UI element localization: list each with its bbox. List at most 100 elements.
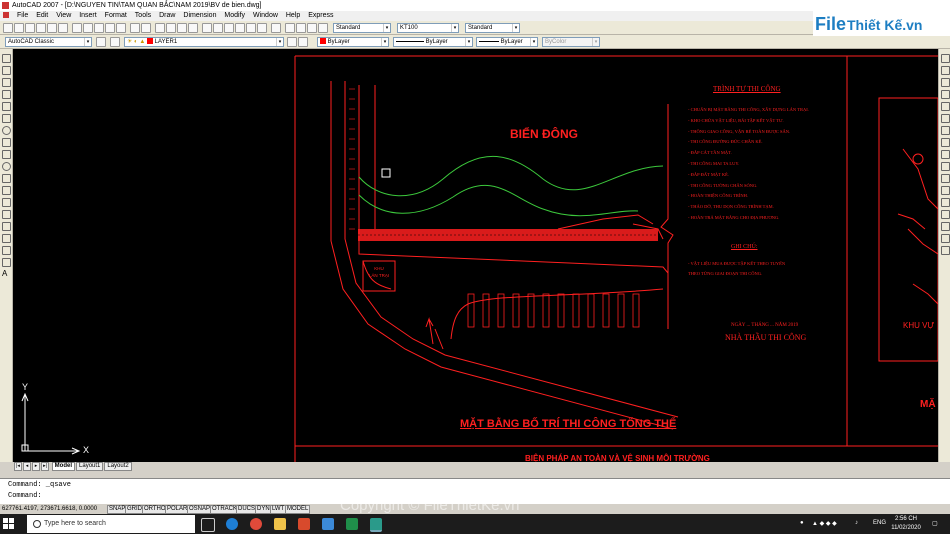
properties-icon[interactable] xyxy=(202,23,212,33)
cut-icon[interactable] xyxy=(72,23,82,33)
line-icon[interactable] xyxy=(2,54,11,63)
save-icon[interactable] xyxy=(25,23,35,33)
break-icon[interactable] xyxy=(941,198,950,207)
join-icon[interactable] xyxy=(941,210,950,219)
menu-window[interactable]: Window xyxy=(250,11,281,21)
array-icon[interactable] xyxy=(941,102,950,111)
first-tab-icon[interactable]: |◂ xyxy=(14,462,22,471)
autocad-app-icon[interactable] xyxy=(2,2,9,9)
autocad-taskbar-icon[interactable] xyxy=(370,518,382,532)
spline-icon[interactable] xyxy=(2,150,11,159)
workspace-settings-icon[interactable] xyxy=(96,37,106,47)
stretch-icon[interactable] xyxy=(941,150,950,159)
menu-view[interactable]: View xyxy=(53,11,74,21)
mirror-icon[interactable] xyxy=(941,78,950,87)
rotate-icon[interactable] xyxy=(941,126,950,135)
plot-icon[interactable] xyxy=(36,23,46,33)
windows-start-icon[interactable] xyxy=(3,518,15,530)
menu-format[interactable]: Format xyxy=(102,11,130,21)
notification-icon[interactable]: ▢ xyxy=(932,520,938,527)
workspace-select[interactable]: AutoCAD Classic ▾ xyxy=(5,37,92,47)
tab-layout2[interactable]: Layout2 xyxy=(104,462,132,471)
menu-file[interactable]: File xyxy=(14,11,31,21)
hatch-icon[interactable] xyxy=(2,222,11,231)
zoom-realtime-icon[interactable] xyxy=(166,23,176,33)
tool-palettes-icon[interactable] xyxy=(224,23,234,33)
erase-icon[interactable] xyxy=(941,54,950,63)
color-control-select[interactable]: ByLayer ▾ xyxy=(317,37,389,47)
menu-help[interactable]: Help xyxy=(283,11,303,21)
coordinate-display[interactable]: 627761.4197, 273671.6618, 0.0000 xyxy=(2,504,97,514)
tool-icon-b[interactable] xyxy=(296,23,306,33)
document-icon[interactable] xyxy=(3,12,9,19)
tool-icon-a[interactable] xyxy=(285,23,295,33)
tab-model[interactable]: Model xyxy=(51,462,76,471)
polygon-icon[interactable] xyxy=(2,90,11,99)
tray-icons[interactable]: ▲ ◆ ◆ ◆ xyxy=(812,520,837,527)
insert-block-icon[interactable] xyxy=(2,186,11,195)
construction-line-icon[interactable] xyxy=(2,66,11,75)
arc-icon[interactable] xyxy=(2,114,11,123)
markup-icon[interactable] xyxy=(246,23,256,33)
layer-select[interactable]: ☀ ◐ ▲ LAYER1 ▾ xyxy=(124,37,284,47)
sheet-set-icon[interactable] xyxy=(235,23,245,33)
layer-manager-icon[interactable] xyxy=(110,37,120,47)
copy-object-icon[interactable] xyxy=(941,66,950,75)
menu-tools[interactable]: Tools xyxy=(132,11,154,21)
trim-icon[interactable] xyxy=(941,162,950,171)
taskbar-search-box[interactable]: Type here to search xyxy=(27,515,195,533)
redo-icon[interactable] xyxy=(141,23,151,33)
tab-layout1[interactable]: Layout1 xyxy=(76,462,104,471)
extend-icon[interactable] xyxy=(941,174,950,183)
task-view-icon[interactable] xyxy=(201,518,215,532)
make-block-icon[interactable] xyxy=(2,198,11,207)
layer-previous-icon[interactable] xyxy=(298,37,308,47)
explode-icon[interactable] xyxy=(941,246,950,255)
next-tab-icon[interactable]: ▸ xyxy=(32,462,40,471)
block-editor-icon[interactable] xyxy=(116,23,126,33)
pan-icon[interactable] xyxy=(155,23,165,33)
excel-icon[interactable] xyxy=(346,518,358,530)
tool-icon-d[interactable] xyxy=(318,23,328,33)
chamfer-icon[interactable] xyxy=(941,222,950,231)
linetype-select[interactable]: ByLayer ▾ xyxy=(393,37,473,47)
ellipse-icon[interactable] xyxy=(2,162,11,171)
drawing-canvas[interactable]: BIỂN ĐÔNG TRÌNH TỰ THI CÔNG - CHUẨN BỊ M… xyxy=(13,49,938,462)
menu-dimension[interactable]: Dimension xyxy=(180,11,219,21)
revision-cloud-icon[interactable] xyxy=(2,138,11,147)
command-prompt[interactable]: Command: xyxy=(8,492,42,500)
model-toggle[interactable]: MODEL xyxy=(285,505,311,514)
design-center-icon[interactable] xyxy=(213,23,223,33)
table-style-select[interactable]: Standard ▾ xyxy=(465,23,520,33)
region-icon[interactable] xyxy=(2,246,11,255)
dim-style-select[interactable]: KT100 ▾ xyxy=(397,23,459,33)
otrack-toggle[interactable]: OTRACK xyxy=(210,505,240,514)
menu-modify[interactable]: Modify xyxy=(221,11,248,21)
lwt-toggle[interactable]: LWT xyxy=(270,505,287,514)
ducs-toggle[interactable]: DUCS xyxy=(236,505,258,514)
polar-toggle[interactable]: POLAR xyxy=(165,505,190,514)
plot-preview-icon[interactable] xyxy=(47,23,57,33)
prev-tab-icon[interactable]: ◂ xyxy=(23,462,31,471)
taskbar-clock[interactable]: 2:56 CH 11/02/2020 xyxy=(888,515,924,533)
match-properties-icon[interactable] xyxy=(105,23,115,33)
file-explorer-icon[interactable] xyxy=(274,518,286,530)
zoom-previous-icon[interactable] xyxy=(188,23,198,33)
make-layer-current-icon[interactable] xyxy=(287,37,297,47)
edge-icon[interactable] xyxy=(226,518,238,530)
lineweight-select[interactable]: ByLayer ▾ xyxy=(476,37,538,47)
open-icon[interactable] xyxy=(14,23,24,33)
language-indicator[interactable]: ENG xyxy=(873,520,886,526)
gradient-icon[interactable] xyxy=(2,234,11,243)
quickcalc-icon[interactable] xyxy=(257,23,267,33)
app-icon-blue[interactable] xyxy=(322,518,334,530)
multiline-text-icon[interactable]: A xyxy=(2,270,9,278)
scale-icon[interactable] xyxy=(941,138,950,147)
circle-icon[interactable] xyxy=(2,126,11,135)
last-tab-icon[interactable]: ▸| xyxy=(41,462,49,471)
polyline-icon[interactable] xyxy=(2,78,11,87)
app-icon-red[interactable] xyxy=(298,518,310,530)
point-icon[interactable] xyxy=(2,210,11,219)
ortho-toggle[interactable]: ORTHO xyxy=(142,505,168,514)
new-icon[interactable] xyxy=(3,23,13,33)
